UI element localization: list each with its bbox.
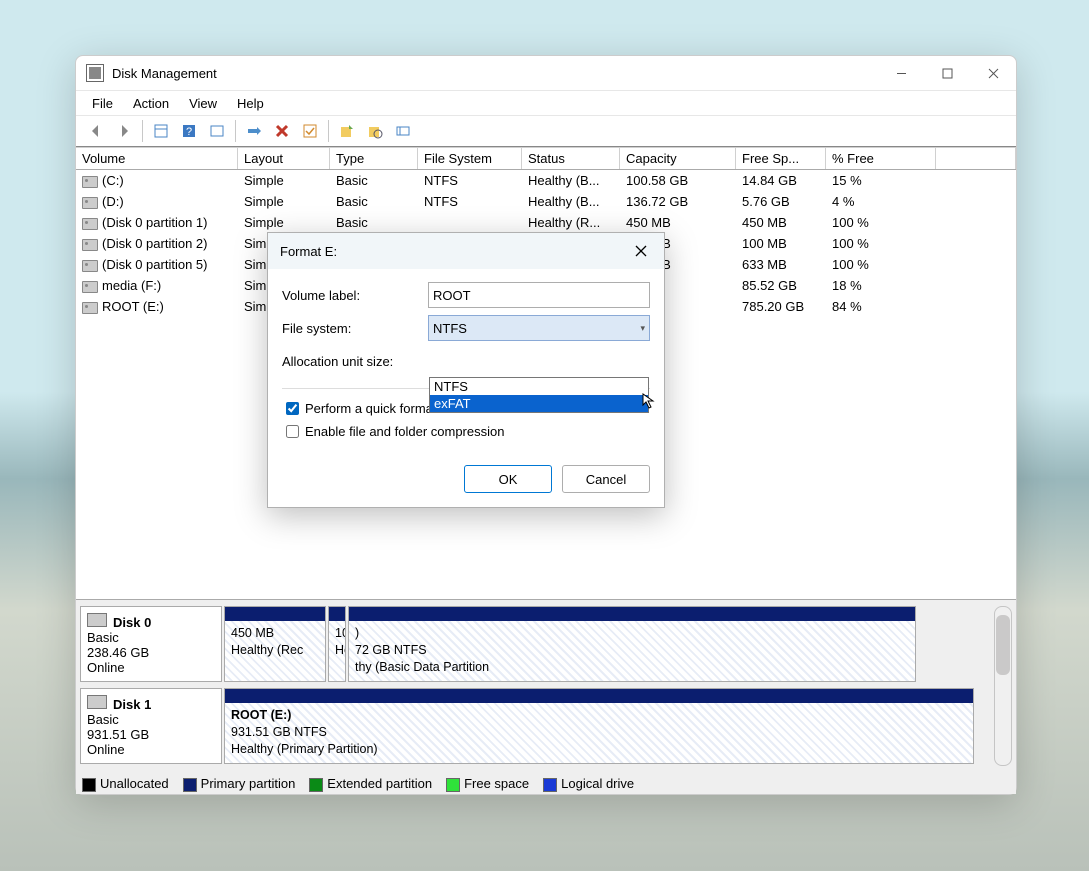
volume-icon [82, 281, 98, 293]
minimize-button[interactable] [878, 56, 924, 90]
partition-block[interactable]: ROOT (E:)931.51 GB NTFSHealthy (Primary … [224, 688, 974, 764]
filesystem-select[interactable]: NTFS ▾ [428, 315, 650, 341]
disk-row: Disk 1Basic931.51 GBOnlineROOT (E:)931.5… [80, 688, 1012, 764]
col-volume[interactable]: Volume [76, 147, 238, 169]
legend-unallocated: Unallocated [100, 776, 169, 791]
compression-check[interactable]: Enable file and folder compression [282, 422, 650, 441]
menu-help[interactable]: Help [227, 94, 274, 113]
delete-button[interactable] [270, 119, 294, 143]
menu-action[interactable]: Action [123, 94, 179, 113]
col-status[interactable]: Status [522, 147, 620, 169]
window-title: Disk Management [112, 66, 217, 81]
disk-icon [87, 613, 107, 627]
allocation-label: Allocation unit size: [282, 354, 428, 369]
volume-label-label: Volume label: [282, 288, 428, 303]
format-dialog: Format E: Volume label: File system: NTF… [267, 232, 665, 508]
nav-back-button[interactable] [84, 119, 108, 143]
partition-block[interactable]: )72 GB NTFSthy (Basic Data Partition [348, 606, 916, 682]
filesystem-label: File system: [282, 321, 428, 336]
disk-layout-pane: Disk 0Basic238.46 GBOnline450 MBHealthy … [76, 599, 1016, 794]
refresh-button[interactable] [242, 119, 266, 143]
volume-icon [82, 197, 98, 209]
help-button[interactable]: ? [177, 119, 201, 143]
col-layout[interactable]: Layout [238, 147, 330, 169]
filesystem-option-ntfs[interactable]: NTFS [430, 378, 648, 395]
dialog-titlebar: Format E: [268, 233, 664, 269]
col-free[interactable]: Free Sp... [736, 147, 826, 169]
col-capacity[interactable]: Capacity [620, 147, 736, 169]
compression-label: Enable file and folder compression [305, 424, 504, 439]
volume-icon [82, 176, 98, 188]
legend: Unallocated Primary partition Extended p… [82, 776, 634, 792]
menu-file[interactable]: File [82, 94, 123, 113]
cancel-button[interactable]: Cancel [562, 465, 650, 493]
app-icon [86, 64, 104, 82]
quick-format-checkbox[interactable] [286, 402, 299, 415]
action-a-button[interactable] [335, 119, 359, 143]
disk-info[interactable]: Disk 0Basic238.46 GBOnline [80, 606, 222, 682]
volume-row[interactable]: (C:)SimpleBasicNTFSHealthy (B...100.58 G… [76, 170, 1016, 191]
volume-icon [82, 218, 98, 230]
volume-icon [82, 302, 98, 314]
partition-block[interactable]: 10He [328, 606, 346, 682]
chevron-down-icon: ▾ [640, 323, 645, 334]
legend-free: Free space [464, 776, 529, 791]
col-pctfree[interactable]: % Free [826, 147, 936, 169]
titlebar: Disk Management [76, 56, 1016, 90]
toolbar: ? [76, 115, 1016, 147]
partition-block[interactable]: 450 MBHealthy (Rec [224, 606, 326, 682]
quick-format-label: Perform a quick format [305, 401, 437, 416]
volume-row[interactable]: (Disk 0 partition 1)SimpleBasicHealthy (… [76, 212, 1016, 233]
volume-row[interactable]: (D:)SimpleBasicNTFSHealthy (B...136.72 G… [76, 191, 1016, 212]
svg-text:?: ? [186, 126, 192, 138]
col-spacer [936, 147, 1016, 169]
menu-view[interactable]: View [179, 94, 227, 113]
volume-icon [82, 260, 98, 272]
dialog-title: Format E: [280, 244, 337, 259]
volume-column-headers: Volume Layout Type File System Status Ca… [76, 147, 1016, 170]
volume-icon [82, 239, 98, 251]
disk-row: Disk 0Basic238.46 GBOnline450 MBHealthy … [80, 606, 1012, 682]
settings-button[interactable] [391, 119, 415, 143]
nav-forward-button[interactable] [112, 119, 136, 143]
action-b-button[interactable] [363, 119, 387, 143]
disk-info[interactable]: Disk 1Basic931.51 GBOnline [80, 688, 222, 764]
col-type[interactable]: Type [330, 147, 418, 169]
properties-button[interactable] [298, 119, 322, 143]
disk-icon [87, 695, 107, 709]
legend-extended: Extended partition [327, 776, 432, 791]
layout-scrollbar[interactable] [994, 606, 1012, 766]
volume-label-input[interactable] [428, 282, 650, 308]
compression-checkbox[interactable] [286, 425, 299, 438]
show-hide-console-button[interactable] [149, 119, 173, 143]
col-filesystem[interactable]: File System [418, 147, 522, 169]
filesystem-value: NTFS [433, 321, 467, 336]
close-button[interactable] [970, 56, 1016, 90]
filesystem-option-exfat[interactable]: exFAT [430, 395, 648, 412]
legend-primary: Primary partition [201, 776, 296, 791]
dialog-close-button[interactable] [626, 237, 656, 265]
legend-logical: Logical drive [561, 776, 634, 791]
maximize-button[interactable] [924, 56, 970, 90]
refresh-view-button[interactable] [205, 119, 229, 143]
menubar: File Action View Help [76, 90, 1016, 115]
ok-button[interactable]: OK [464, 465, 552, 493]
filesystem-dropdown: NTFS exFAT [429, 377, 649, 413]
